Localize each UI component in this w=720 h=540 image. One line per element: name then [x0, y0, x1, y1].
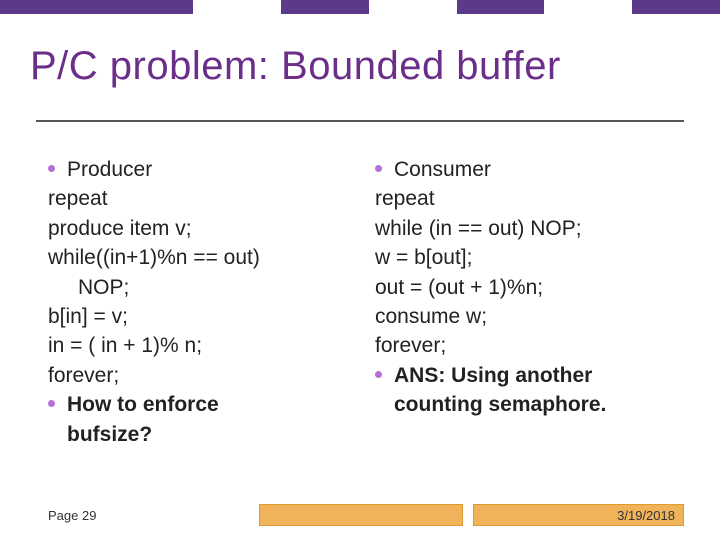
accent-segment [281, 0, 369, 14]
code-line: repeat [48, 184, 357, 213]
accent-gap [369, 0, 457, 14]
bullet-text: Producer [67, 155, 152, 184]
code-line: produce item v; [48, 214, 357, 243]
footer-highlight [259, 504, 462, 526]
code-line: NOP; [48, 273, 357, 302]
bullet-text: ANS: Using another [394, 361, 592, 390]
bullet-line: ANS: Using another [375, 361, 684, 390]
content-columns: Producer repeat produce item v; while((i… [48, 155, 684, 468]
bullet-icon [375, 165, 382, 172]
accent-gap [544, 0, 632, 14]
code-line: repeat [375, 184, 684, 213]
bullet-line: Producer [48, 155, 357, 184]
code-line: w = b[out]; [375, 243, 684, 272]
bullet-icon [48, 400, 55, 407]
slide-title: P/C problem: Bounded buffer [30, 44, 690, 89]
code-line: while((in+1)%n == out) [48, 243, 357, 272]
title-underline [36, 120, 684, 122]
code-line: forever; [48, 361, 357, 390]
accent-segment [0, 0, 193, 14]
bullet-text: How to enforce [67, 390, 219, 419]
accent-segment [632, 0, 720, 14]
footer-row: Page 29 3/19/2018 [36, 504, 684, 526]
code-line: out = (out + 1)%n; [375, 273, 684, 302]
code-line: consume w; [375, 302, 684, 331]
bullet-text-cont: counting semaphore. [375, 390, 684, 419]
top-accent-strip [0, 0, 720, 14]
bullet-line: How to enforce [48, 390, 357, 419]
bullet-icon [375, 371, 382, 378]
slide-footer: Page 29 3/19/2018 [0, 500, 720, 540]
bullet-line: Consumer [375, 155, 684, 184]
page-number: Page 29 [36, 504, 249, 526]
slide-date: 3/19/2018 [473, 504, 684, 526]
right-column: Consumer repeat while (in == out) NOP; w… [375, 155, 684, 468]
code-line: forever; [375, 331, 684, 360]
accent-gap [193, 0, 281, 14]
bullet-text: Consumer [394, 155, 491, 184]
code-line: in = ( in + 1)% n; [48, 331, 357, 360]
bullet-text-cont: bufsize? [48, 420, 357, 449]
accent-segment [457, 0, 545, 14]
bullet-icon [48, 165, 55, 172]
code-line: b[in] = v; [48, 302, 357, 331]
code-line: while (in == out) NOP; [375, 214, 684, 243]
left-column: Producer repeat produce item v; while((i… [48, 155, 357, 468]
slide: P/C problem: Bounded buffer Producer rep… [0, 0, 720, 540]
